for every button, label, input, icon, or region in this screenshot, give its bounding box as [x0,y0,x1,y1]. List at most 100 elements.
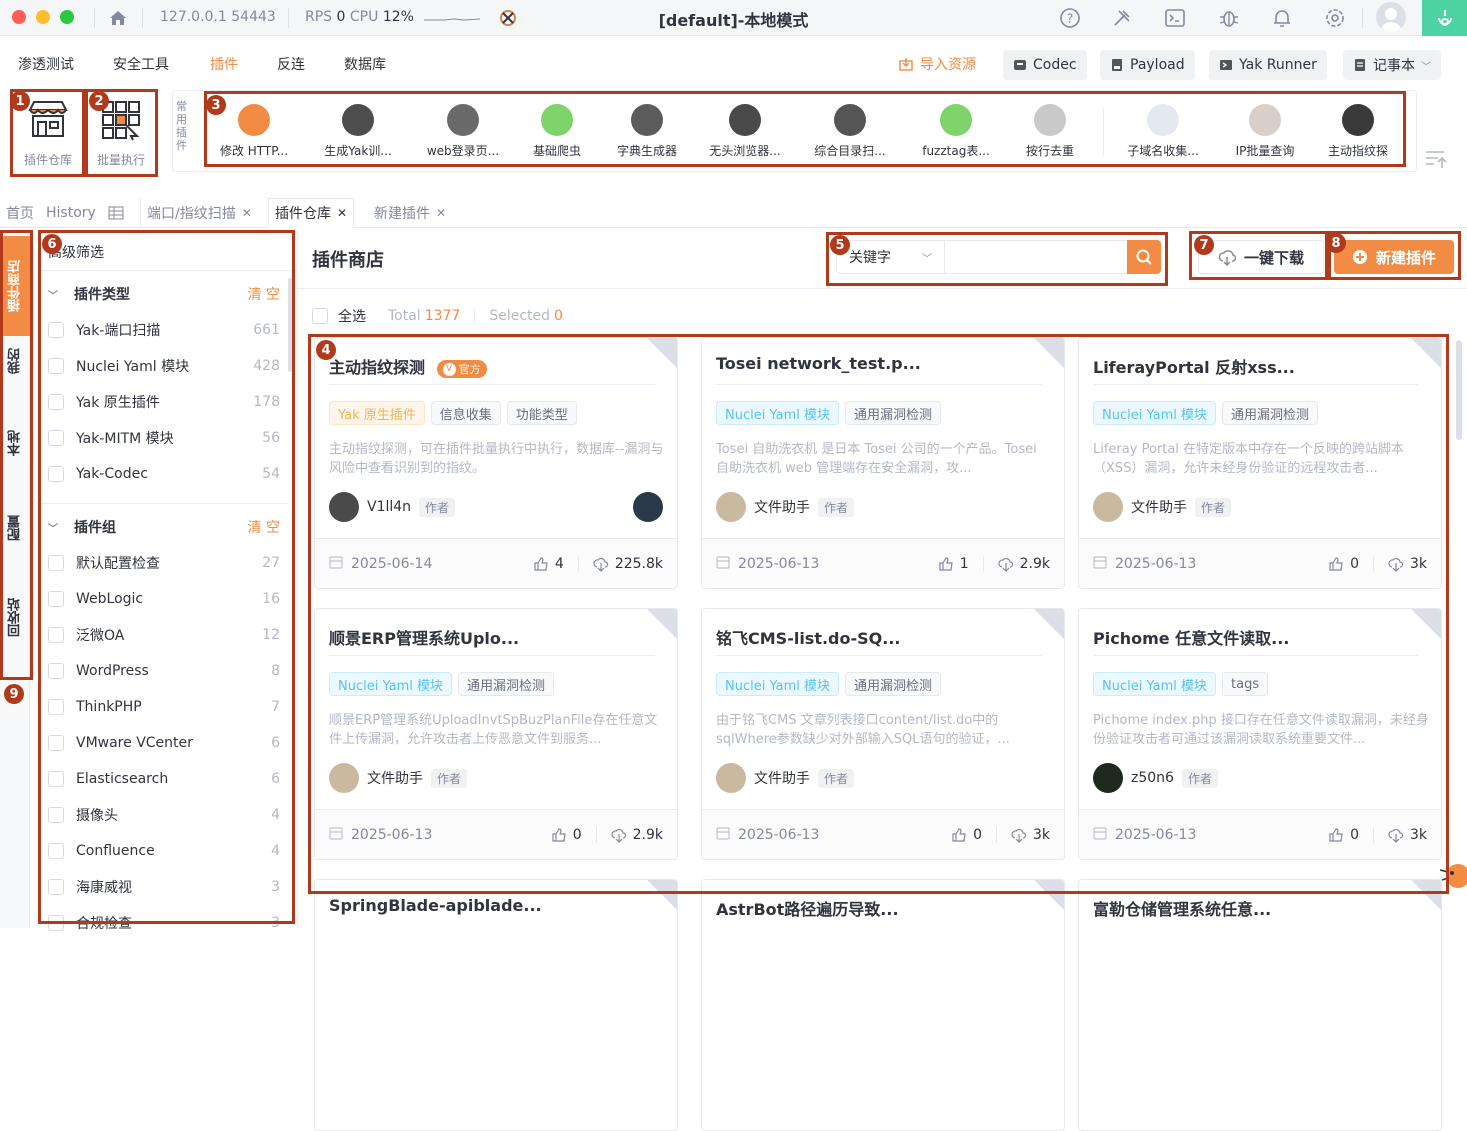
plugin-author[interactable]: z50n6 作者 [1093,763,1218,793]
card-select-corner[interactable] [1034,609,1064,639]
filter-option[interactable]: VMware VCenter 6 [48,731,280,755]
filter-checkbox[interactable] [48,394,64,410]
yakit-status-icon[interactable] [1422,0,1467,36]
mascot-icon[interactable] [1438,858,1467,892]
card-select-corner[interactable] [647,338,677,368]
close-window-button[interactable] [12,10,26,24]
download-button[interactable]: 2.9k [998,556,1050,572]
minimize-window-button[interactable] [36,10,50,24]
bell-icon[interactable] [1270,6,1294,30]
filter-checkbox[interactable] [48,807,64,823]
clear-filter-button[interactable]: 清 空 [248,517,280,537]
plugin-author[interactable]: 文件助手 作者 [716,763,855,793]
filter-option[interactable]: Elasticsearch 6 [48,767,280,791]
plugin-author[interactable]: 文件助手 作者 [329,763,468,793]
plugin-card[interactable]: Pichome 任意文件读取... Nuclei Yaml 模块 tags Picho… [1078,608,1442,860]
like-button[interactable]: 0 [1328,556,1359,572]
filter-option[interactable]: WordPress 8 [48,659,280,683]
nav-local[interactable]: 本地 [0,430,30,490]
common-plugin-item[interactable]: 字典生成器 [597,104,697,159]
download-button[interactable]: 225.8k [593,556,663,572]
search-button[interactable] [1127,240,1161,274]
select-all-checkbox[interactable] [312,308,328,324]
filter-option[interactable]: Yak-Codec 54 [48,462,280,486]
plugin-author[interactable]: 文件助手 作者 [716,492,855,522]
filter-checkbox[interactable] [48,843,64,859]
filter-checkbox[interactable] [48,915,64,931]
common-plugin-item[interactable]: 综合目录扫... [800,104,900,159]
like-button[interactable]: 0 [1328,827,1359,843]
filter-checkbox[interactable] [48,322,64,338]
tools-icon[interactable] [1110,6,1134,30]
search-type-select[interactable]: 关键字 ﹀ [836,240,944,274]
home-icon[interactable] [106,6,130,30]
help-icon[interactable]: ? [1058,6,1082,30]
filter-option[interactable]: 海康威视 3 [48,875,280,899]
filter-option[interactable]: 默认配置检查 27 [48,551,280,575]
terminal-icon[interactable] [1163,6,1187,30]
filter-checkbox[interactable] [48,358,64,374]
download-button[interactable]: 3k [1388,827,1427,843]
plugin-card[interactable]: SpringBlade-apiblade... [314,879,678,1131]
filter-checkbox[interactable] [48,663,64,679]
filter-checkbox[interactable] [48,466,64,482]
common-plugin-item[interactable]: IP批量查询 [1215,104,1315,159]
tab-new-plugin[interactable]: 新建插件 ✕ [368,198,452,227]
like-button[interactable]: 0 [551,827,582,843]
chevron-down-icon[interactable]: ﹀ [48,520,74,535]
common-plugin-item[interactable]: 按行去重 [1000,104,1100,159]
close-icon[interactable]: ✕ [242,206,252,220]
cards-scrollbar[interactable] [1456,340,1462,440]
filter-option[interactable]: 摄像头 4 [48,803,280,827]
plugin-card[interactable]: AstrBot路径遍历导致... [701,879,1065,1131]
card-select-corner[interactable] [647,609,677,639]
codec-button[interactable]: Codec [1003,50,1087,80]
plugin-author[interactable]: 文件助手 作者 [1093,492,1232,522]
chevron-down-icon[interactable]: ﹀ [48,287,74,302]
filter-checkbox[interactable] [48,430,64,446]
plugin-card[interactable]: 铭飞CMS-list.do-SQ... Nuclei Yaml 模块 通用漏洞检测由… [701,608,1065,860]
like-button[interactable]: 1 [938,556,969,572]
filter-checkbox[interactable] [48,627,64,643]
common-plugin-item[interactable]: 基础爬虫 [507,104,607,159]
filter-checkbox[interactable] [48,591,64,607]
filter-option[interactable]: Yak-MITM 模块 56 [48,426,280,450]
filter-option[interactable]: Confluence 4 [48,839,280,863]
tab-port-scan[interactable]: 端口/指纹扫描 ✕ [140,198,258,227]
filter-group-header[interactable]: ﹀ 插件类型 清 空 [48,282,280,306]
gear-icon[interactable] [1323,6,1347,30]
filter-option[interactable]: Yak 原生插件 178 [48,390,280,414]
filter-checkbox[interactable] [48,555,64,571]
payload-button[interactable]: Payload [1100,50,1195,80]
plugin-author[interactable]: V1ll4n 作者 [329,492,456,522]
menu-security-tools[interactable]: 安全工具 [113,54,169,74]
card-select-corner[interactable] [647,880,677,910]
nav-config[interactable]: 配置 [0,515,30,575]
plugin-card[interactable]: 顺景ERP管理系统Uplo... Nuclei Yaml 模块 通用漏洞检测 顺景ER… [314,608,678,860]
menu-database[interactable]: 数据库 [344,54,386,74]
common-plugin-item[interactable]: 主动指纹探 [1308,104,1408,159]
common-plugin-item[interactable]: 无头浏览器... [695,104,795,159]
new-plugin-button[interactable]: 新建插件 [1334,240,1454,274]
card-select-corner[interactable] [1411,609,1441,639]
filter-group-header[interactable]: ﹀ 插件组 清 空 [48,515,280,539]
plugin-card[interactable]: 富勒仓储管理系统任意... [1078,879,1442,1131]
filter-checkbox[interactable] [48,879,64,895]
search-input[interactable] [944,240,1128,274]
nav-plugin-store[interactable]: 插件商店 [0,236,30,336]
card-select-corner[interactable] [1411,338,1441,368]
menu-plugins[interactable]: 插件 [210,54,238,74]
nav-mine[interactable]: 我的 [0,348,30,408]
plugin-card[interactable]: 主动指纹探测 V 官方 Yak 原生插件 信息收集 功能类型 主动指纹探测，可在插件批量执… [314,337,678,589]
tab-plugin-store[interactable]: 插件仓库 ✕ [268,198,355,228]
filter-checkbox[interactable] [48,771,64,787]
yak-logo-icon[interactable] [496,6,520,30]
tab-history[interactable]: History [40,198,102,227]
nav-recycle-bin[interactable]: 回收站 [0,598,30,668]
close-icon[interactable]: ✕ [337,206,347,220]
maximize-window-button[interactable] [60,10,74,24]
plugin-card[interactable]: LiferayPortal 反射xss... Nuclei Yaml 模块 通用漏洞… [1078,337,1442,589]
card-select-corner[interactable] [1034,880,1064,910]
notepad-button[interactable]: 记事本 ﹀ [1343,50,1441,80]
card-select-corner[interactable] [1034,338,1064,368]
